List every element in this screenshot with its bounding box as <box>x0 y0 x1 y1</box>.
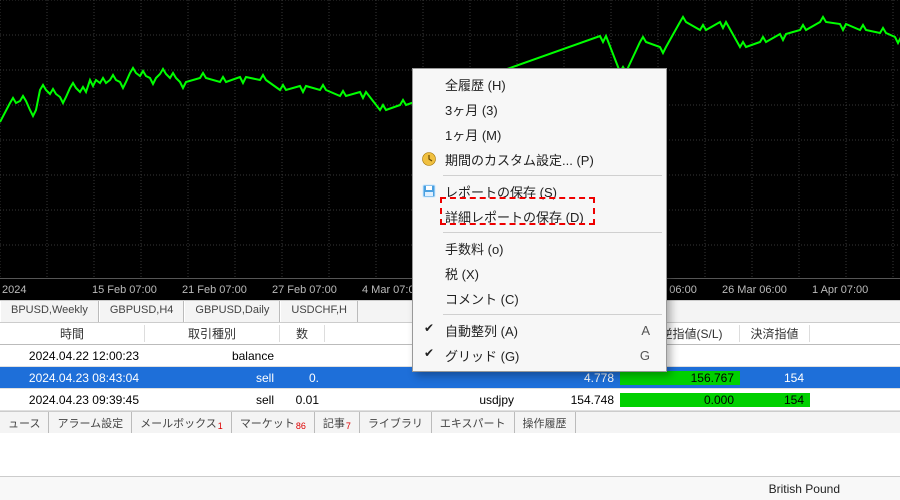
terminal-tab[interactable]: ュース <box>0 412 49 433</box>
terminal-tab[interactable]: 記事7 <box>315 412 360 433</box>
ctx-three-months[interactable]: 3ヶ月 (3) <box>415 97 664 122</box>
ctx-save-report[interactable]: レポートの保存 (S) <box>415 179 664 204</box>
save-icon <box>421 183 437 199</box>
ctx-custom-period[interactable]: 期間のカスタム設定... (P) <box>415 147 664 172</box>
chart-tab[interactable]: BPUSD,Weekly <box>0 301 99 322</box>
ctx-tax[interactable]: 税 (X) <box>415 261 664 286</box>
chart-tab[interactable]: GBPUSD,H4 <box>99 301 185 322</box>
terminal-tab[interactable]: エキスパート <box>432 412 515 433</box>
chart-tab[interactable]: USDCHF,H <box>280 301 358 322</box>
chart-tab[interactable]: GBPUSD,Daily <box>184 301 280 322</box>
terminal-tabbar: ュース アラーム設定 メールボックス1 マーケット86 記事7 ライブラリ エキ… <box>0 411 900 433</box>
ctx-commission[interactable]: 手数料 (o) <box>415 236 664 261</box>
ctx-grid[interactable]: グリッド (G)G <box>415 343 664 368</box>
context-menu: 全履歴 (H) 3ヶ月 (3) 1ヶ月 (M) 期間のカスタム設定... (P)… <box>412 68 667 372</box>
terminal-tab[interactable]: アラーム設定 <box>49 412 132 433</box>
col-tp: 決済指値 <box>740 325 810 342</box>
col-qty: 数 <box>280 325 325 342</box>
ctx-auto-arrange[interactable]: 自動整列 (A)A <box>415 318 664 343</box>
ctx-separator <box>443 314 662 315</box>
clock-icon <box>421 151 437 167</box>
ctx-separator <box>443 175 662 176</box>
terminal-tab[interactable]: マーケット86 <box>232 412 315 433</box>
table-row[interactable]: 2024.04.23 09:39:45 sell 0.01 usdjpy 154… <box>0 389 900 411</box>
status-text: British Pound <box>769 482 840 496</box>
ctx-separator <box>443 232 662 233</box>
ctx-save-detail-report[interactable]: 詳細レポートの保存 (D) <box>415 204 664 229</box>
col-time: 時間 <box>0 325 145 342</box>
ctx-comment[interactable]: コメント (C) <box>415 286 664 311</box>
terminal-tab[interactable]: 操作履歴 <box>515 412 576 433</box>
ctx-all-history[interactable]: 全履歴 (H) <box>415 72 664 97</box>
col-type: 取引種別 <box>145 325 280 342</box>
terminal-tab[interactable]: ライブラリ <box>360 412 432 433</box>
terminal-tab[interactable]: メールボックス1 <box>132 412 232 433</box>
status-bar: British Pound <box>0 476 900 500</box>
ctx-one-month[interactable]: 1ヶ月 (M) <box>415 122 664 147</box>
